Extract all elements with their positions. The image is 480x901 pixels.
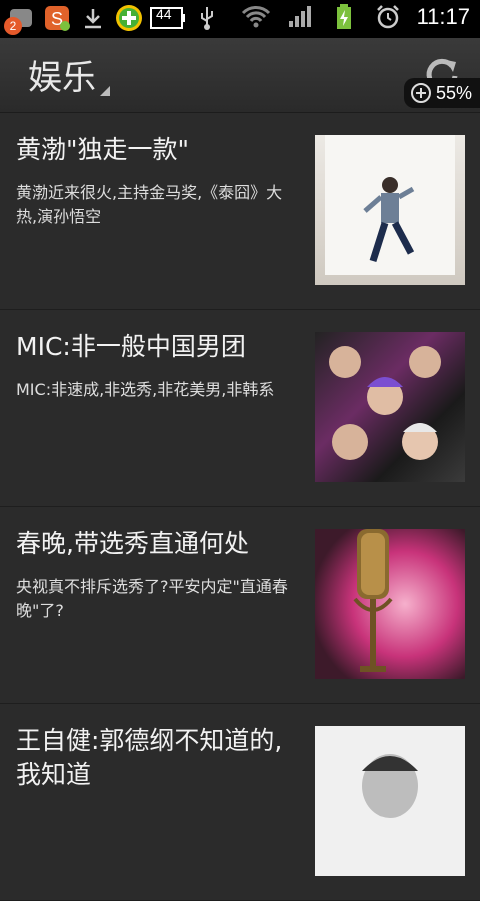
article-item[interactable]: 黄渤"独走一款" 黄渤近来很火,主持金马奖,《泰囧》大热,演孙悟空 [0, 113, 480, 310]
system-icons: 11:17 [241, 2, 470, 32]
article-list: 黄渤"独走一款" 黄渤近来很火,主持金马奖,《泰囧》大热,演孙悟空 MIC:非一… [0, 113, 480, 901]
article-thumbnail [315, 332, 465, 482]
battery-charging-icon [329, 2, 359, 32]
article-summary: 央视真不排斥选秀了?平安内定"直通春晚"了? [16, 577, 288, 620]
article-title: 王自健:郭德纲不知道的,我知道 [16, 726, 283, 789]
zoom-level: 55% [436, 82, 473, 103]
app-header: 娱乐 55% [0, 38, 480, 113]
article-item[interactable]: 春晚,带选秀直通何处 央视真不排斥选秀了?平安内定"直通春晚"了? [0, 507, 480, 704]
app-notification-icon: 2 [4, 3, 36, 35]
dropdown-indicator-icon [100, 86, 110, 96]
notification-icons: 2 S 44 [4, 3, 222, 35]
article-item[interactable]: 王自健:郭德纲不知道的,我知道 [0, 704, 480, 901]
usb-icon [192, 3, 222, 33]
alarm-icon [373, 2, 403, 32]
article-summary: MIC:非速成,非选秀,非花美男,非韩系 [16, 380, 275, 399]
article-thumbnail [315, 529, 465, 679]
sogou-icon: S [42, 3, 72, 33]
360-security-icon [114, 3, 144, 33]
wifi-icon [241, 2, 271, 32]
article-title: 春晚,带选秀直通何处 [16, 529, 249, 558]
signal-icon [285, 2, 315, 32]
battery-level-icon: 44 [150, 3, 186, 33]
status-bar: 2 S 44 11:17 [0, 0, 480, 38]
clock: 11:17 [416, 4, 470, 29]
article-thumbnail [315, 135, 465, 285]
article-summary: 黄渤近来很火,主持金马奖,《泰囧》大热,演孙悟空 [16, 183, 283, 226]
article-title: 黄渤"独走一款" [16, 135, 189, 164]
battery-level-text: 44 [156, 6, 172, 22]
download-icon [78, 3, 108, 33]
article-item[interactable]: MIC:非一般中国男团 MIC:非速成,非选秀,非花美男,非韩系 [0, 310, 480, 507]
category-title: 娱乐 [28, 58, 96, 98]
zoom-control[interactable]: 55% [404, 78, 480, 108]
article-thumbnail [315, 726, 465, 876]
zoom-in-icon [411, 83, 431, 103]
notification-count-badge: 2 [4, 17, 22, 35]
article-title: MIC:非一般中国男团 [16, 332, 246, 361]
